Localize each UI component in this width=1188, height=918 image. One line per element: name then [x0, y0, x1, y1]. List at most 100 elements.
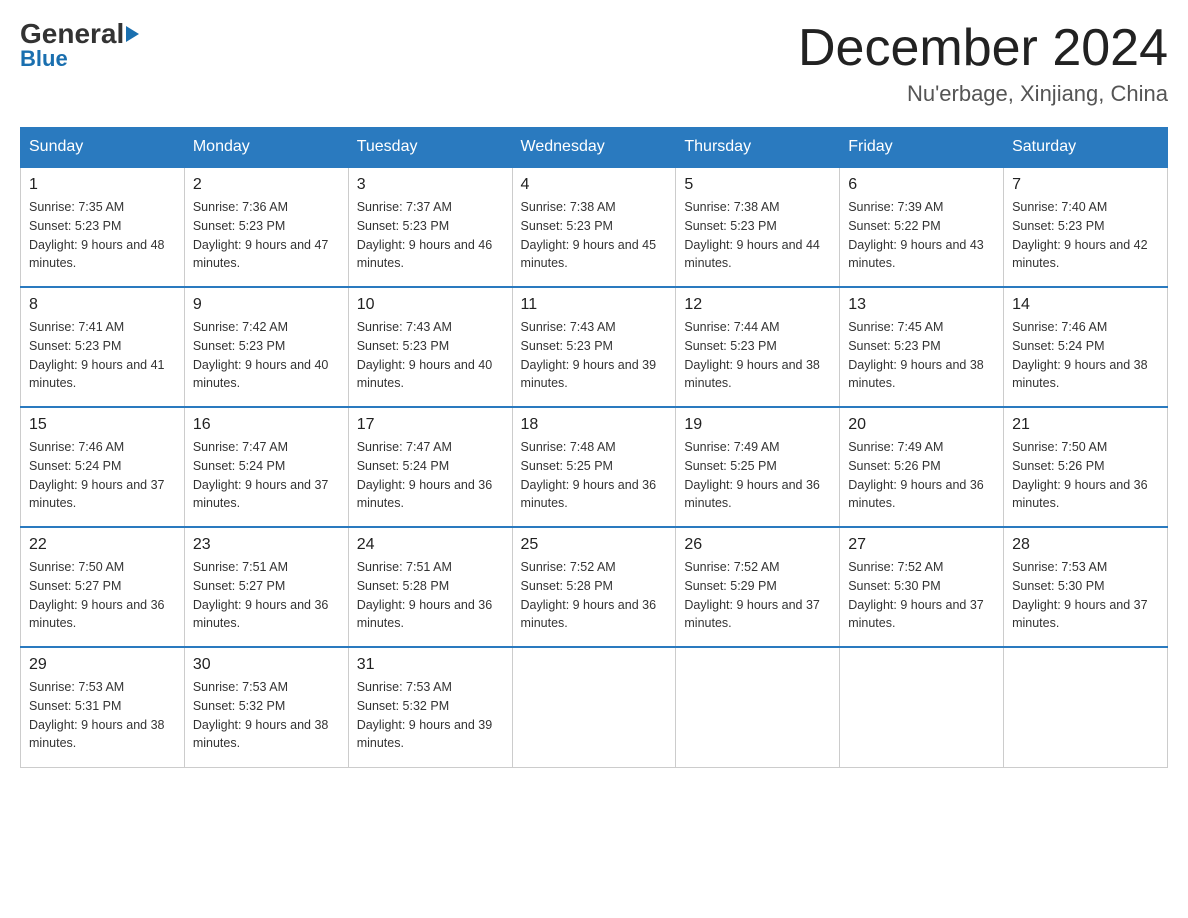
day-number: 3 [357, 176, 504, 194]
day-info: Sunrise: 7:47 AMSunset: 5:24 PMDaylight:… [357, 438, 504, 513]
location: Nu'erbage, Xinjiang, China [798, 81, 1168, 107]
day-number: 9 [193, 296, 340, 314]
col-saturday: Saturday [1004, 128, 1168, 168]
table-row: 14 Sunrise: 7:46 AMSunset: 5:24 PMDaylig… [1004, 287, 1168, 407]
table-row [676, 647, 840, 767]
table-row: 6 Sunrise: 7:39 AMSunset: 5:22 PMDayligh… [840, 167, 1004, 287]
day-info: Sunrise: 7:43 AMSunset: 5:23 PMDaylight:… [521, 318, 668, 393]
day-info: Sunrise: 7:51 AMSunset: 5:28 PMDaylight:… [357, 558, 504, 633]
table-row: 17 Sunrise: 7:47 AMSunset: 5:24 PMDaylig… [348, 407, 512, 527]
table-row: 2 Sunrise: 7:36 AMSunset: 5:23 PMDayligh… [184, 167, 348, 287]
table-row: 15 Sunrise: 7:46 AMSunset: 5:24 PMDaylig… [21, 407, 185, 527]
day-number: 26 [684, 536, 831, 554]
table-row: 16 Sunrise: 7:47 AMSunset: 5:24 PMDaylig… [184, 407, 348, 527]
table-row: 29 Sunrise: 7:53 AMSunset: 5:31 PMDaylig… [21, 647, 185, 767]
table-row: 31 Sunrise: 7:53 AMSunset: 5:32 PMDaylig… [348, 647, 512, 767]
day-info: Sunrise: 7:53 AMSunset: 5:32 PMDaylight:… [193, 678, 340, 753]
day-info: Sunrise: 7:53 AMSunset: 5:32 PMDaylight:… [357, 678, 504, 753]
day-number: 6 [848, 176, 995, 194]
day-info: Sunrise: 7:50 AMSunset: 5:26 PMDaylight:… [1012, 438, 1159, 513]
table-row: 11 Sunrise: 7:43 AMSunset: 5:23 PMDaylig… [512, 287, 676, 407]
day-info: Sunrise: 7:43 AMSunset: 5:23 PMDaylight:… [357, 318, 504, 393]
day-number: 23 [193, 536, 340, 554]
table-row: 4 Sunrise: 7:38 AMSunset: 5:23 PMDayligh… [512, 167, 676, 287]
day-info: Sunrise: 7:46 AMSunset: 5:24 PMDaylight:… [1012, 318, 1159, 393]
day-number: 17 [357, 416, 504, 434]
table-row: 25 Sunrise: 7:52 AMSunset: 5:28 PMDaylig… [512, 527, 676, 647]
table-row: 19 Sunrise: 7:49 AMSunset: 5:25 PMDaylig… [676, 407, 840, 527]
table-row: 8 Sunrise: 7:41 AMSunset: 5:23 PMDayligh… [21, 287, 185, 407]
day-info: Sunrise: 7:49 AMSunset: 5:25 PMDaylight:… [684, 438, 831, 513]
day-info: Sunrise: 7:46 AMSunset: 5:24 PMDaylight:… [29, 438, 176, 513]
day-info: Sunrise: 7:48 AMSunset: 5:25 PMDaylight:… [521, 438, 668, 513]
day-info: Sunrise: 7:39 AMSunset: 5:22 PMDaylight:… [848, 198, 995, 273]
day-number: 16 [193, 416, 340, 434]
table-row: 13 Sunrise: 7:45 AMSunset: 5:23 PMDaylig… [840, 287, 1004, 407]
day-number: 29 [29, 656, 176, 674]
day-info: Sunrise: 7:47 AMSunset: 5:24 PMDaylight:… [193, 438, 340, 513]
day-info: Sunrise: 7:52 AMSunset: 5:30 PMDaylight:… [848, 558, 995, 633]
table-row: 23 Sunrise: 7:51 AMSunset: 5:27 PMDaylig… [184, 527, 348, 647]
table-row [1004, 647, 1168, 767]
day-number: 2 [193, 176, 340, 194]
col-tuesday: Tuesday [348, 128, 512, 168]
logo: General Blue [20, 20, 139, 72]
day-number: 1 [29, 176, 176, 194]
day-info: Sunrise: 7:53 AMSunset: 5:30 PMDaylight:… [1012, 558, 1159, 633]
day-number: 30 [193, 656, 340, 674]
table-row: 12 Sunrise: 7:44 AMSunset: 5:23 PMDaylig… [676, 287, 840, 407]
table-row: 3 Sunrise: 7:37 AMSunset: 5:23 PMDayligh… [348, 167, 512, 287]
table-row: 28 Sunrise: 7:53 AMSunset: 5:30 PMDaylig… [1004, 527, 1168, 647]
day-info: Sunrise: 7:44 AMSunset: 5:23 PMDaylight:… [684, 318, 831, 393]
calendar-week-row: 29 Sunrise: 7:53 AMSunset: 5:31 PMDaylig… [21, 647, 1168, 767]
day-number: 21 [1012, 416, 1159, 434]
day-info: Sunrise: 7:35 AMSunset: 5:23 PMDaylight:… [29, 198, 176, 273]
day-number: 14 [1012, 296, 1159, 314]
day-info: Sunrise: 7:41 AMSunset: 5:23 PMDaylight:… [29, 318, 176, 393]
day-number: 8 [29, 296, 176, 314]
logo-blue: Blue [20, 46, 68, 72]
day-info: Sunrise: 7:38 AMSunset: 5:23 PMDaylight:… [684, 198, 831, 273]
day-number: 11 [521, 296, 668, 314]
calendar-week-row: 22 Sunrise: 7:50 AMSunset: 5:27 PMDaylig… [21, 527, 1168, 647]
logo-arrow-icon [126, 26, 139, 42]
day-number: 19 [684, 416, 831, 434]
table-row: 21 Sunrise: 7:50 AMSunset: 5:26 PMDaylig… [1004, 407, 1168, 527]
col-friday: Friday [840, 128, 1004, 168]
page-header: General Blue December 2024 Nu'erbage, Xi… [20, 20, 1168, 107]
day-number: 27 [848, 536, 995, 554]
calendar-week-row: 1 Sunrise: 7:35 AMSunset: 5:23 PMDayligh… [21, 167, 1168, 287]
table-row: 24 Sunrise: 7:51 AMSunset: 5:28 PMDaylig… [348, 527, 512, 647]
day-number: 12 [684, 296, 831, 314]
calendar-week-row: 15 Sunrise: 7:46 AMSunset: 5:24 PMDaylig… [21, 407, 1168, 527]
day-info: Sunrise: 7:36 AMSunset: 5:23 PMDaylight:… [193, 198, 340, 273]
day-number: 10 [357, 296, 504, 314]
day-info: Sunrise: 7:49 AMSunset: 5:26 PMDaylight:… [848, 438, 995, 513]
col-wednesday: Wednesday [512, 128, 676, 168]
table-row: 10 Sunrise: 7:43 AMSunset: 5:23 PMDaylig… [348, 287, 512, 407]
day-info: Sunrise: 7:45 AMSunset: 5:23 PMDaylight:… [848, 318, 995, 393]
day-number: 25 [521, 536, 668, 554]
col-sunday: Sunday [21, 128, 185, 168]
day-number: 18 [521, 416, 668, 434]
day-number: 24 [357, 536, 504, 554]
col-thursday: Thursday [676, 128, 840, 168]
day-number: 22 [29, 536, 176, 554]
table-row: 30 Sunrise: 7:53 AMSunset: 5:32 PMDaylig… [184, 647, 348, 767]
day-number: 28 [1012, 536, 1159, 554]
day-info: Sunrise: 7:52 AMSunset: 5:29 PMDaylight:… [684, 558, 831, 633]
table-row: 5 Sunrise: 7:38 AMSunset: 5:23 PMDayligh… [676, 167, 840, 287]
col-monday: Monday [184, 128, 348, 168]
month-title: December 2024 [798, 20, 1168, 77]
day-number: 13 [848, 296, 995, 314]
day-info: Sunrise: 7:38 AMSunset: 5:23 PMDaylight:… [521, 198, 668, 273]
day-info: Sunrise: 7:42 AMSunset: 5:23 PMDaylight:… [193, 318, 340, 393]
day-number: 31 [357, 656, 504, 674]
day-info: Sunrise: 7:53 AMSunset: 5:31 PMDaylight:… [29, 678, 176, 753]
day-number: 20 [848, 416, 995, 434]
title-area: December 2024 Nu'erbage, Xinjiang, China [798, 20, 1168, 107]
table-row: 9 Sunrise: 7:42 AMSunset: 5:23 PMDayligh… [184, 287, 348, 407]
logo-general: General [20, 20, 139, 48]
table-row [512, 647, 676, 767]
table-row: 22 Sunrise: 7:50 AMSunset: 5:27 PMDaylig… [21, 527, 185, 647]
